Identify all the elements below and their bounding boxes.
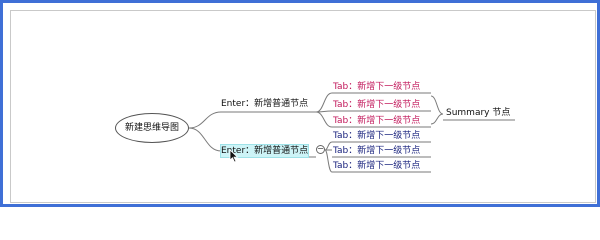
connector-root-branch-2	[188, 127, 222, 152]
connector-branch1-child-3	[315, 111, 333, 128]
subnode-1-3[interactable]: Tab：新增下一级节点	[333, 115, 420, 127]
summary-node[interactable]: Summary 节点	[446, 107, 510, 119]
subnode-1-2[interactable]: Tab：新增下一级节点	[333, 99, 420, 111]
connector-root-branch-1	[188, 111, 222, 129]
connector-branch2-child-1	[324, 141, 333, 151]
connector-branch1-child-1	[315, 92, 333, 113]
subnode-2-2[interactable]: Tab：新增下一级节点	[333, 145, 420, 157]
connector-branch2-child-3	[324, 149, 333, 173]
collapse-toggle-icon[interactable]: −	[316, 145, 325, 154]
subnode-2-3[interactable]: Tab：新增下一级节点	[333, 160, 420, 172]
root-node-label: 新建思维导图	[124, 123, 179, 133]
subnode-2-1[interactable]: Tab：新增下一级节点	[333, 130, 420, 142]
branch-node-1[interactable]: Enter：新增普通节点	[221, 98, 308, 110]
summary-bracket	[430, 95, 444, 125]
root-node[interactable]: 新建思维导图	[115, 113, 189, 143]
subnode-1-1[interactable]: Tab：新增下一级节点	[333, 81, 420, 93]
mouse-pointer-icon	[229, 149, 239, 163]
